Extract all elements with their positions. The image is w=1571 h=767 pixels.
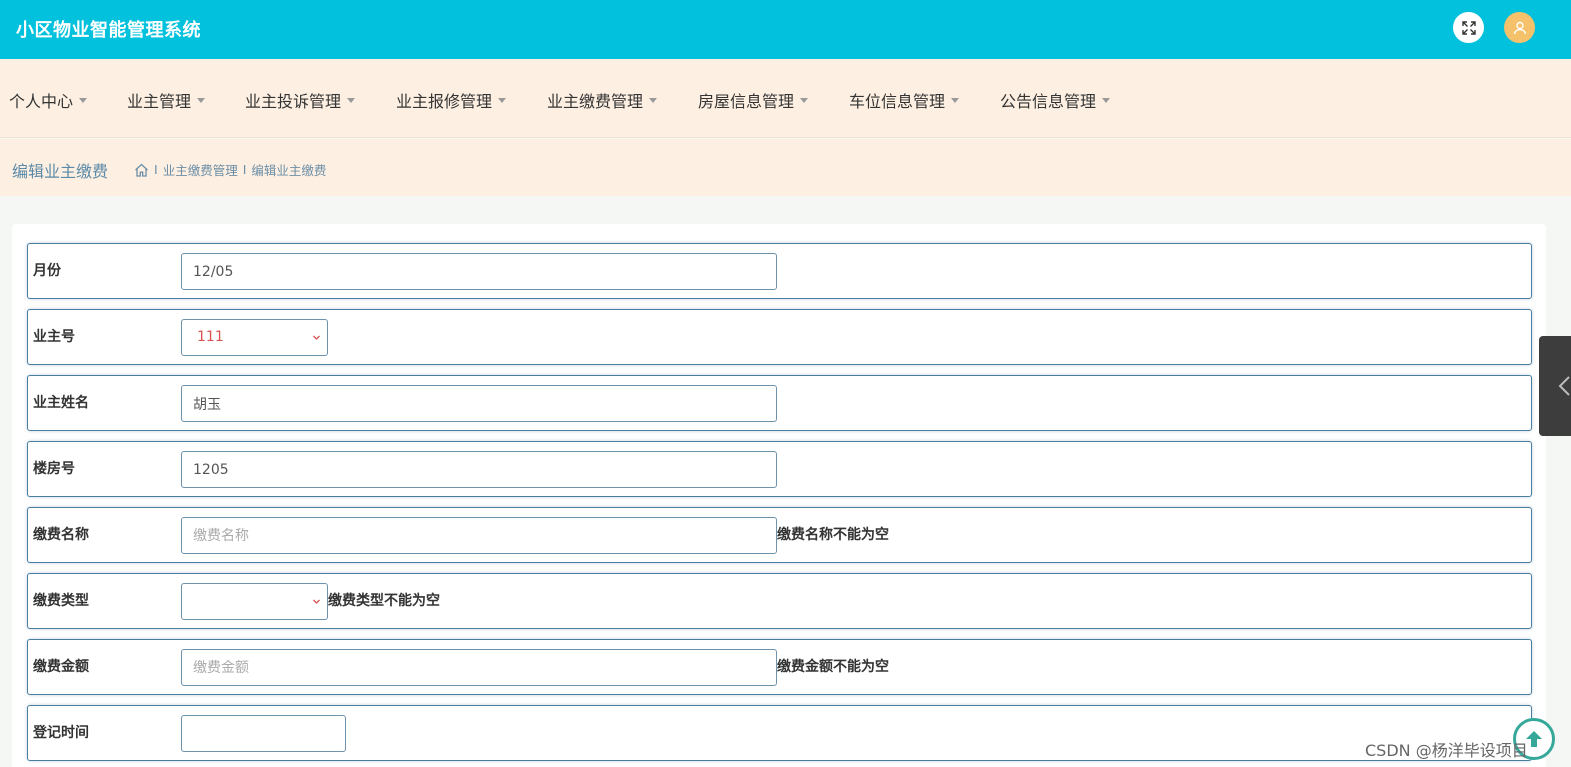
fee-type-error: 缴费类型不能为空 — [328, 593, 440, 609]
nav-item-label: 房屋信息管理 — [698, 92, 795, 111]
caret-down-icon — [1102, 97, 1111, 103]
caret-down-icon — [498, 97, 507, 103]
watermark: CSDN @杨洋毕设项目 — [1365, 741, 1528, 760]
fee-type-select[interactable] — [181, 583, 328, 620]
nav-item-label: 业主缴费管理 — [547, 92, 644, 111]
nav-item-parking-management[interactable]: 车位信息管理 — [849, 88, 960, 112]
register-time-input[interactable] — [181, 715, 346, 752]
nav-item-house-management[interactable]: 房屋信息管理 — [698, 88, 809, 112]
nav-item-label: 车位信息管理 — [849, 92, 946, 111]
nav-item-notice-management[interactable]: 公告信息管理 — [1000, 88, 1111, 112]
caret-down-icon — [800, 97, 809, 103]
user-avatar-button[interactable] — [1504, 12, 1535, 43]
breadcrumb-separator: I — [154, 162, 158, 177]
breadcrumb-bar: 编辑业主缴费 I 业主缴费管理 I 编辑业主缴费 — [0, 139, 1571, 196]
form-row-building-no: 楼房号 — [27, 441, 1532, 497]
owner-no-selected-value: 111 — [197, 329, 224, 345]
fee-name-input[interactable] — [181, 517, 777, 554]
owner-name-input[interactable] — [181, 385, 777, 422]
caret-down-icon — [197, 97, 206, 103]
caret-down-icon — [347, 97, 356, 103]
breadcrumb-separator: I — [242, 162, 247, 177]
building-no-input[interactable] — [181, 451, 777, 488]
breadcrumb: I 业主缴费管理 I 编辑业主缴费 — [134, 160, 326, 179]
fee-name-error: 缴费名称不能为空 — [777, 527, 889, 543]
building-no-label: 楼房号 — [33, 461, 75, 477]
owner-name-label: 业主姓名 — [33, 395, 89, 411]
month-input[interactable] — [181, 253, 777, 290]
fee-type-label: 缴费类型 — [33, 593, 89, 609]
form-row-fee-type: 缴费类型 缴费类型不能为空 — [27, 573, 1532, 629]
form-row-register-time: 登记时间 — [27, 705, 1532, 761]
caret-down-icon — [649, 97, 658, 103]
nav-item-label: 业主管理 — [127, 92, 192, 111]
form-row-fee-amount: 缴费金额 缴费金额不能为空 — [27, 639, 1532, 695]
breadcrumb-current: 编辑业主缴费 — [251, 163, 327, 178]
nav-item-repair-management[interactable]: 业主报修管理 — [396, 88, 507, 112]
user-icon — [1513, 21, 1526, 34]
caret-down-icon — [951, 97, 960, 103]
owner-no-select[interactable]: 111 — [181, 319, 328, 356]
fee-amount-input[interactable] — [181, 649, 777, 686]
form-row-month: 月份 — [27, 243, 1532, 299]
breadcrumb-payment-management[interactable]: 业主缴费管理 — [163, 160, 238, 179]
form-row-owner-no: 业主号 111 — [27, 309, 1532, 365]
fee-amount-error: 缴费金额不能为空 — [777, 659, 889, 675]
fee-amount-label: 缴费金额 — [33, 659, 89, 675]
nav-item-label: 公告信息管理 — [1000, 92, 1097, 111]
nav-item-complaint-management[interactable]: 业主投诉管理 — [245, 88, 356, 112]
nav-item-owner-management[interactable]: 业主管理 — [127, 88, 206, 112]
fee-name-label: 缴费名称 — [33, 527, 89, 543]
expand-icon — [1461, 20, 1476, 35]
home-icon[interactable] — [134, 163, 149, 177]
nav-item-label: 个人中心 — [9, 92, 74, 111]
nav-item-payment-management[interactable]: 业主缴费管理 — [547, 88, 658, 112]
month-label: 月份 — [33, 263, 61, 279]
form-row-fee-name: 缴费名称 缴费名称不能为空 — [27, 507, 1532, 563]
chevron-left-icon — [1558, 376, 1570, 396]
page-title: 编辑业主缴费 — [12, 162, 109, 181]
fullscreen-button[interactable] — [1453, 12, 1484, 43]
top-bar: 小区物业智能管理系统 — [0, 0, 1571, 59]
side-panel-toggle[interactable] — [1539, 336, 1571, 436]
chevron-down-icon — [313, 599, 320, 604]
app-title: 小区物业智能管理系统 — [16, 20, 201, 41]
nav-item-personal-center[interactable]: 个人中心 — [9, 88, 88, 112]
form-row-owner-name: 业主姓名 — [27, 375, 1532, 431]
chevron-down-icon — [313, 335, 320, 340]
caret-down-icon — [79, 97, 88, 103]
register-time-label: 登记时间 — [33, 725, 89, 741]
nav-item-label: 业主投诉管理 — [245, 92, 342, 111]
owner-no-label: 业主号 — [33, 329, 75, 345]
main-nav: 个人中心 业主管理 业主投诉管理 业主报修管理 业主缴费管理 房屋信息管理 车位… — [0, 59, 1571, 138]
nav-item-label: 业主报修管理 — [396, 92, 493, 111]
